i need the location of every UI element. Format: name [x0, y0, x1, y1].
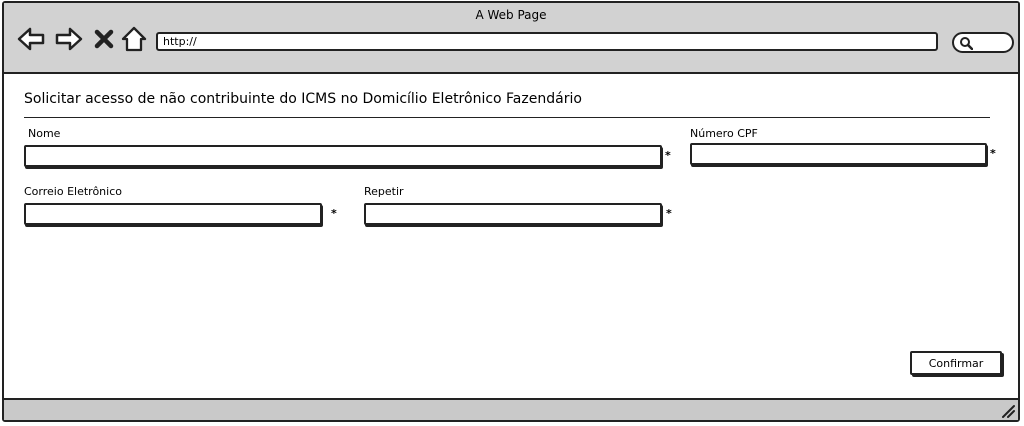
cpf-required-marker: *: [990, 147, 996, 160]
close-icon[interactable]: [92, 25, 116, 53]
resize-grip-icon[interactable]: [1001, 404, 1015, 418]
repetir-required-marker: *: [666, 207, 672, 220]
browser-window: A Web Page http:// Solicitar acesso de n…: [2, 1, 1020, 422]
nome-input[interactable]: [24, 145, 662, 167]
forward-arrow-icon[interactable]: [54, 25, 84, 53]
email-input[interactable]: [24, 203, 322, 225]
page-title: Solicitar acesso de não contribuinte do …: [24, 91, 582, 107]
cpf-input[interactable]: [690, 143, 987, 165]
email-required-marker: *: [331, 207, 337, 220]
status-bar: [4, 398, 1018, 420]
window-title: A Web Page: [475, 8, 547, 22]
back-arrow-icon[interactable]: [16, 25, 46, 53]
nome-label: Nome: [28, 127, 61, 140]
cpf-label: Número CPF: [690, 127, 758, 140]
repetir-email-input[interactable]: [364, 203, 662, 225]
home-icon[interactable]: [120, 25, 148, 53]
nome-required-marker: *: [665, 149, 671, 162]
email-label: Correio Eletrônico: [24, 185, 122, 198]
heading-divider: [24, 117, 990, 118]
confirm-button[interactable]: Confirmar: [910, 351, 1002, 375]
url-input[interactable]: http://: [156, 32, 938, 51]
browser-toolbar: A Web Page http://: [4, 3, 1018, 74]
browser-search-box[interactable]: [952, 32, 1014, 53]
repetir-label: Repetir: [364, 185, 404, 198]
search-icon: [960, 37, 973, 50]
